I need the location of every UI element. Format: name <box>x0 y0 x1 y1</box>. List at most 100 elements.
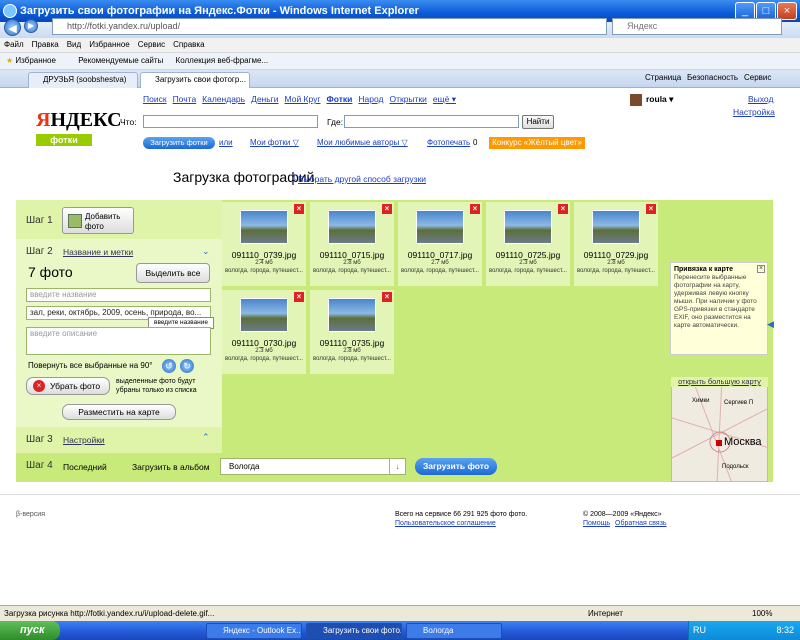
photo-thumbnail[interactable] <box>240 210 288 244</box>
photo-thumbnail[interactable] <box>328 210 376 244</box>
photo-thumbnail[interactable] <box>416 210 464 244</box>
chevron-up-icon[interactable]: ⌃ <box>202 432 210 443</box>
nav-mail[interactable]: Почта <box>173 94 197 104</box>
avatar[interactable] <box>630 94 642 106</box>
delete-icon[interactable]: × <box>382 292 392 302</box>
add-photo-label: Добавить фото <box>85 212 121 231</box>
delete-icon[interactable]: × <box>294 292 304 302</box>
tab-upload[interactable]: Загрузить свои фотогр... <box>140 72 250 88</box>
select-all-button[interactable]: Выделить все <box>136 263 210 283</box>
close-icon[interactable]: × <box>757 265 765 273</box>
photo-card[interactable]: × 091110_0729.jpg 2.8 мб вологда, города, п… <box>574 202 658 286</box>
agreement-link[interactable]: Пользовательское соглашение <box>395 520 496 527</box>
fav-link-recommended[interactable]: Рекомендуемые сайты <box>78 56 163 65</box>
remove-photo-button[interactable]: × Убрать фото <box>26 377 110 395</box>
map[interactable]: Химки Сергиев П Москва Подольск <box>671 377 768 482</box>
photo-thumbnail[interactable] <box>504 210 552 244</box>
nav-more[interactable]: ещё ▾ <box>433 94 456 104</box>
user-menu[interactable]: roula ▾ <box>646 94 673 105</box>
nav-narod[interactable]: Народ <box>358 94 383 104</box>
or-link[interactable]: или <box>219 138 233 147</box>
add-photo-button[interactable]: Добавить фото <box>62 207 134 234</box>
task-folder[interactable]: Вологда <box>406 623 502 639</box>
nav-fotki[interactable]: Фотки <box>327 94 353 104</box>
photo-thumbnail[interactable] <box>240 298 288 332</box>
nav-money[interactable]: Деньги <box>251 94 278 104</box>
my-photos-link[interactable]: Мои фотки ▽ <box>250 138 299 147</box>
window-title: Загрузить свои фотографии на Яндекс.Фотк… <box>20 5 419 17</box>
address-input[interactable]: http://fotki.yandex.ru/upload/ <box>52 18 607 35</box>
photo-grid: × 091110_0739.jpg 2.4 мб вологда, города, п… <box>222 202 662 374</box>
start-button[interactable]: пуск <box>0 621 60 640</box>
safety-menu[interactable]: Безопасность <box>687 73 738 82</box>
rotate-label: Повернуть все выбранные на 90° <box>28 361 153 370</box>
feedback-link[interactable]: Обратная связь <box>615 520 667 527</box>
menu-favorites[interactable]: Избранное <box>85 38 134 52</box>
back-button[interactable]: ◀ <box>4 19 21 36</box>
forward-button[interactable]: ▶ <box>24 19 38 33</box>
photo-thumbnail[interactable] <box>328 298 376 332</box>
photo-thumbnail[interactable] <box>592 210 640 244</box>
page-menu[interactable]: Страница <box>645 73 681 82</box>
rotate-right-icon[interactable]: ↻ <box>180 359 194 373</box>
tab-friends[interactable]: ДРУЗЬЯ (soobshestva) <box>28 72 138 88</box>
photo-card[interactable]: × 091110_0715.jpg 2.8 мб вологда, города, п… <box>310 202 394 286</box>
menu-edit[interactable]: Правка <box>28 38 63 52</box>
rotate-left-icon[interactable]: ↺ <box>162 359 176 373</box>
photo-card[interactable]: × 091110_0735.jpg 2.8 мб вологда, города, п… <box>310 290 394 374</box>
delete-icon[interactable]: × <box>294 204 304 214</box>
ie-icon <box>3 4 17 18</box>
description-input[interactable]: введите описание <box>26 327 211 355</box>
menu-view[interactable]: Вид <box>63 38 85 52</box>
yandex-logo[interactable]: ЯНДЕКС <box>36 109 122 132</box>
menu-tools[interactable]: Сервис <box>134 38 169 52</box>
photo-card[interactable]: × 091110_0730.jpg 2.3 мб вологда, города, п… <box>222 290 306 374</box>
expand-arrow-icon[interactable]: ◀ <box>767 319 774 330</box>
favorites-button[interactable]: Избранное <box>15 56 56 65</box>
album-select[interactable]: Вологда ↓ <box>220 458 406 475</box>
menu-help[interactable]: Справка <box>169 38 208 52</box>
task-outlook[interactable]: Яндекс - Outlook Ex... <box>206 623 302 639</box>
delete-icon[interactable]: × <box>646 204 656 214</box>
where-input[interactable] <box>344 115 519 128</box>
photo-card[interactable]: × 091110_0725.jpg 2.3 мб вологда, города, п… <box>486 202 570 286</box>
fotki-logo[interactable]: фотки <box>36 134 92 146</box>
photo-card[interactable]: × 091110_0739.jpg 2.4 мб вологда, города, п… <box>222 202 306 286</box>
task-ie[interactable]: Загрузить свои фото... <box>306 623 402 639</box>
contest-banner[interactable]: Конкурс «Жёлтый цвет» <box>489 137 585 149</box>
open-map-link[interactable]: открыть большую карту <box>671 377 768 387</box>
album-label: Загрузить в альбом <box>132 462 210 472</box>
fav-link-webslices[interactable]: Коллекция веб-фрагме... <box>176 56 269 65</box>
step3-name[interactable]: Настройки <box>63 435 105 445</box>
place-on-map-button[interactable]: Разместить на карте <box>62 404 176 420</box>
delete-icon[interactable]: × <box>470 204 480 214</box>
remove-label: Убрать фото <box>49 381 101 391</box>
tools-menu[interactable]: Сервис <box>744 73 771 82</box>
alt-method-link[interactable]: Выбрать другой способ загрузки <box>298 174 426 184</box>
remove-icon: × <box>33 380 45 392</box>
nav-calendar[interactable]: Календарь <box>202 94 245 104</box>
title-input[interactable]: введите название <box>26 288 211 302</box>
dropdown-arrow-icon[interactable]: ↓ <box>389 459 405 474</box>
nav-moikrug[interactable]: Мой Круг <box>285 94 321 104</box>
nav-cards[interactable]: Открытки <box>389 94 426 104</box>
nav-search[interactable]: Поиск <box>143 94 167 104</box>
what-input[interactable] <box>143 115 318 128</box>
delete-icon[interactable]: × <box>382 204 392 214</box>
help-link[interactable]: Помощь <box>583 520 610 527</box>
step2-name[interactable]: Название и метки <box>63 247 133 257</box>
menu-file[interactable]: Файл <box>0 38 28 52</box>
settings-link[interactable]: Настройка <box>733 107 775 117</box>
photoprint-link[interactable]: Фотопечать <box>427 138 470 147</box>
zoom-level[interactable]: 100% <box>752 606 772 621</box>
fav-authors-link[interactable]: Мои любимые авторы ▽ <box>317 138 408 147</box>
photo-card[interactable]: × 091110_0717.jpg 2.7 мб вологда, города, п… <box>398 202 482 286</box>
delete-icon[interactable]: × <box>558 204 568 214</box>
lang-indicator[interactable]: RU <box>693 625 706 635</box>
exit-link[interactable]: Выход <box>748 94 773 104</box>
upload-fotki-button[interactable]: Загрузить фотки <box>143 137 215 149</box>
chevron-down-icon[interactable]: ⌄ <box>202 246 210 257</box>
find-button[interactable]: Найти <box>522 115 554 129</box>
browser-search-input[interactable]: Яндекс <box>612 18 782 35</box>
upload-photos-button[interactable]: Загрузить фото <box>415 458 497 475</box>
